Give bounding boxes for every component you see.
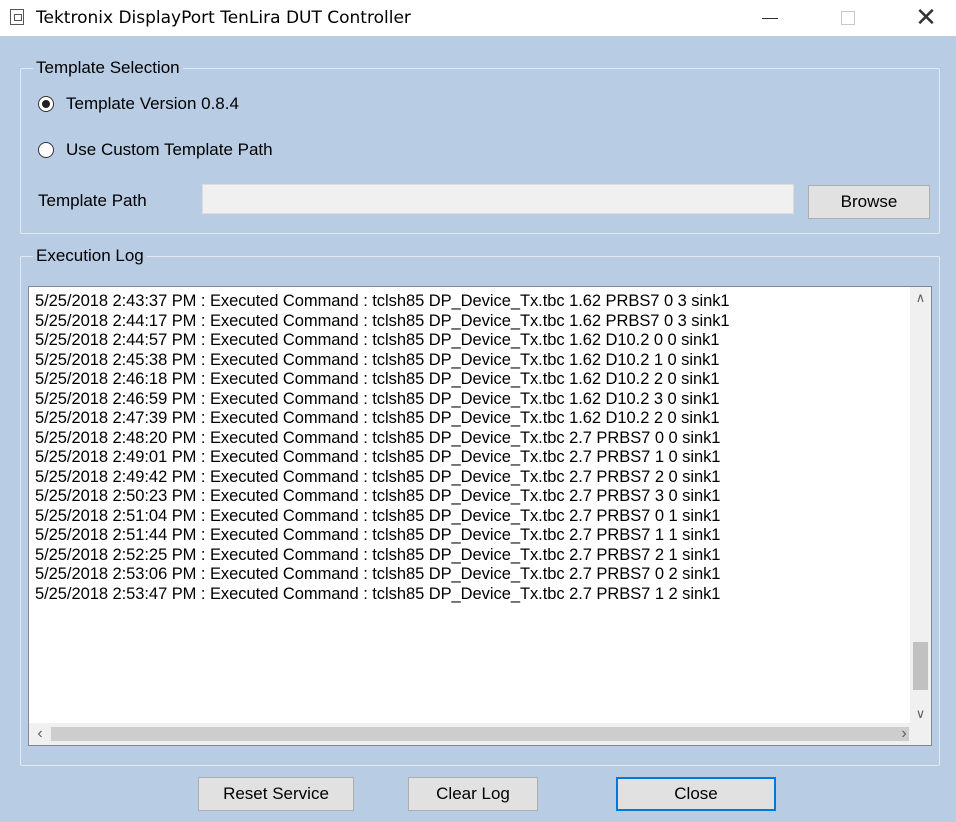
log-line: 5/25/2018 2:53:06 PM : Executed Command …: [35, 565, 721, 583]
log-line: 5/25/2018 2:49:01 PM : Executed Command …: [35, 448, 721, 466]
log-line: 5/25/2018 2:48:20 PM : Executed Command …: [35, 428, 721, 447]
close-icon: ✕: [915, 3, 937, 33]
log-line: 5/25/2018 2:44:17 PM : Executed Command …: [35, 311, 730, 330]
log-line: 5/25/2018 2:47:39 PM : Executed Command …: [35, 409, 720, 427]
execution-log-legend: Execution Log: [36, 246, 144, 265]
execution-log-list[interactable]: 5/25/2018 2:43:37 PM : Executed Command …: [28, 286, 932, 746]
scroll-left-icon[interactable]: ‹: [29, 723, 51, 745]
log-line: 5/25/2018 2:44:57 PM : Executed Command …: [35, 331, 720, 349]
clear-log-button[interactable]: Clear Log: [408, 777, 538, 811]
vertical-scrollbar[interactable]: ∧ ∨: [910, 287, 931, 725]
template-version-option[interactable]: Template Version 0.8.4: [38, 94, 239, 114]
close-window-button[interactable]: ✕: [896, 0, 956, 36]
template-version-radio[interactable]: [38, 96, 54, 112]
template-path-label: Template Path: [38, 191, 147, 210]
scrollbar-corner: [910, 723, 931, 745]
log-line: 5/25/2018 2:51:04 PM : Executed Command …: [35, 506, 721, 525]
close-button[interactable]: Close: [616, 777, 776, 811]
maximize-icon: [841, 11, 855, 25]
horizontal-scroll-thumb[interactable]: [51, 727, 909, 741]
log-lines: 5/25/2018 2:43:37 PM : Executed Command …: [35, 292, 913, 604]
template-path-input[interactable]: [202, 184, 794, 214]
title-bar: Tektronix DisplayPort TenLira DUT Contro…: [0, 0, 956, 36]
log-line: 5/25/2018 2:45:38 PM : Executed Command …: [35, 350, 720, 369]
log-line: 5/25/2018 2:53:47 PM : Executed Command …: [35, 584, 721, 603]
template-selection-legend: Template Selection: [36, 58, 180, 77]
template-version-label: Template Version 0.8.4: [66, 94, 239, 113]
reset-service-button[interactable]: Reset Service: [198, 777, 354, 811]
log-line: 5/25/2018 2:46:59 PM : Executed Command …: [35, 389, 720, 408]
vertical-scroll-thumb[interactable]: [913, 642, 928, 690]
minimize-icon: [762, 17, 778, 19]
log-line: 5/25/2018 2:51:44 PM : Executed Command …: [35, 526, 721, 544]
browse-button[interactable]: Browse: [808, 185, 930, 219]
horizontal-scrollbar[interactable]: ‹ ›: [29, 723, 931, 745]
maximize-button[interactable]: [818, 0, 878, 36]
minimize-button[interactable]: [740, 0, 800, 36]
log-line: 5/25/2018 2:52:25 PM : Executed Command …: [35, 545, 721, 564]
log-line: 5/25/2018 2:50:23 PM : Executed Command …: [35, 487, 721, 505]
log-line: 5/25/2018 2:49:42 PM : Executed Command …: [35, 467, 721, 486]
log-line: 5/25/2018 2:43:37 PM : Executed Command …: [35, 292, 730, 310]
custom-template-radio[interactable]: [38, 142, 54, 158]
custom-template-option[interactable]: Use Custom Template Path: [38, 140, 273, 160]
app-icon: [10, 9, 24, 25]
custom-template-label: Use Custom Template Path: [66, 140, 273, 159]
scroll-down-icon[interactable]: ∨: [910, 703, 931, 725]
window-title: Tektronix DisplayPort TenLira DUT Contro…: [36, 8, 411, 28]
scroll-up-icon[interactable]: ∧: [910, 287, 931, 309]
dialog-client-area: Template Selection Template Version 0.8.…: [0, 36, 956, 822]
log-line: 5/25/2018 2:46:18 PM : Executed Command …: [35, 370, 720, 388]
